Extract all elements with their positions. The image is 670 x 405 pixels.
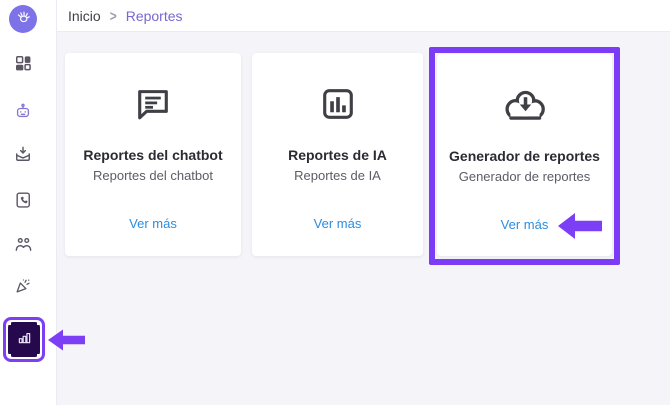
selection-handle [8,354,11,357]
selection-handle [37,322,40,325]
team-people-icon [13,234,34,260]
card-title: Generador de reportes [449,148,600,164]
card-reportes-chatbot: Reportes del chatbot Reportes del chatbo… [65,53,241,256]
top-bar: Inicio > Reportes [57,0,670,32]
sidebar-item-reports-active[interactable] [3,317,45,362]
app-window: Inicio > Reportes Reportes del chatbot R… [0,0,670,405]
card-reportes-ia: Reportes de IA Reportes de IA Ver más [252,53,423,256]
selection-handle [8,322,11,325]
breadcrumb-item-inicio[interactable]: Inicio [68,8,101,24]
chatbot-robot-icon [13,101,33,126]
card-generador-reportes: Generador de reportes Generador de repor… [437,54,612,256]
card-title: Reportes de IA [288,147,387,163]
ver-mas-link-ia[interactable]: Ver más [314,216,362,231]
hand-logo-icon [14,7,33,31]
main-content: Reportes del chatbot Reportes del chatbo… [57,32,670,405]
ver-mas-link-chatbot[interactable]: Ver más [129,216,177,231]
contacts-phonebook-icon [13,190,33,215]
bar-chart-square-icon [316,81,360,127]
sidebar [0,0,57,405]
card-subtitle: Reportes de IA [294,168,381,183]
dashboard-icon [13,53,33,78]
campaign-megaphone-icon [13,276,33,301]
sidebar-item-contacts[interactable] [9,188,37,216]
ver-mas-link-generador[interactable]: Ver más [501,217,549,232]
sidebar-item-chatbot[interactable] [9,99,37,127]
breadcrumb-item-reportes: Reportes [125,7,183,24]
card-title: Reportes del chatbot [83,147,223,163]
breadcrumb: Inicio > Reportes [68,6,183,25]
selection-handle [37,354,40,357]
chevron-right-icon: > [109,6,117,25]
cloud-download-icon [499,82,551,128]
sidebar-item-campaigns[interactable] [9,274,37,302]
sidebar-item-inbox[interactable] [9,142,37,170]
reports-active-tile [8,322,40,357]
chat-bubble-icon [131,81,175,127]
app-logo[interactable] [9,5,37,33]
card-subtitle: Reportes del chatbot [93,168,213,183]
sidebar-item-team[interactable] [9,233,37,261]
reports-bar-chart-icon [15,328,34,352]
card-subtitle: Generador de reportes [458,169,591,184]
inbox-download-icon [13,144,33,169]
sidebar-item-dashboard[interactable] [9,51,37,79]
